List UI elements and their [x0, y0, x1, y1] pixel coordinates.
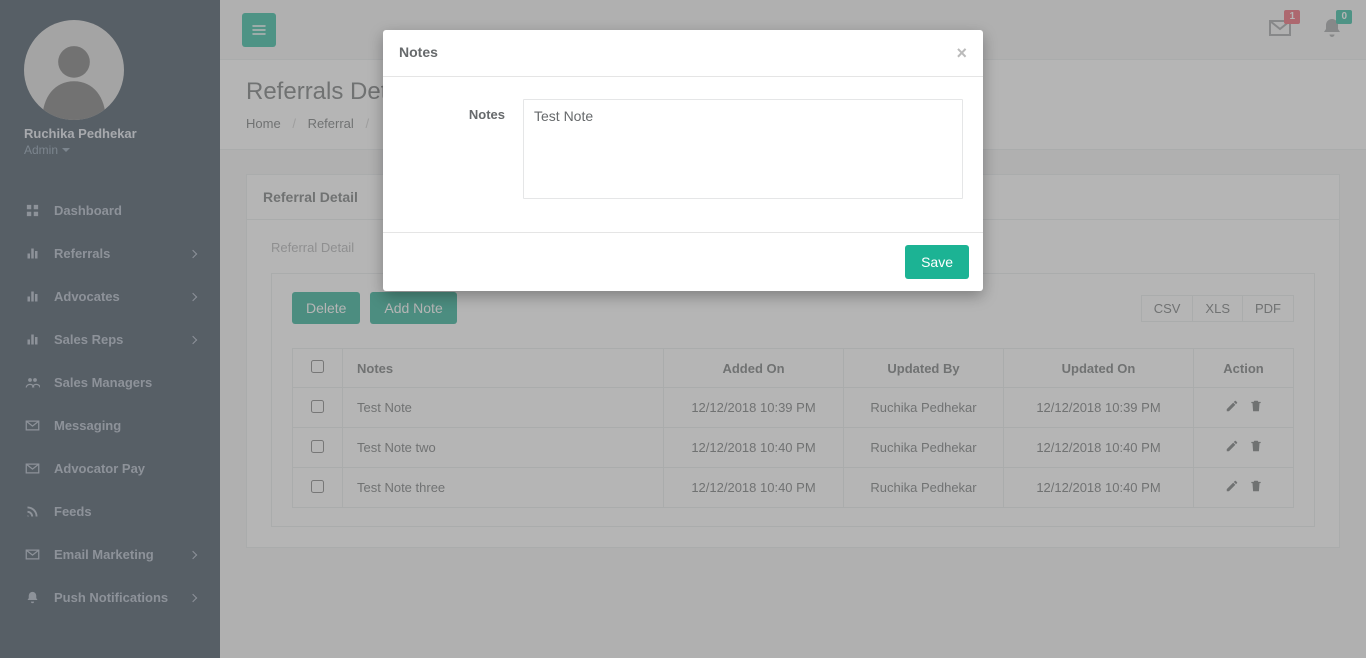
notes-label: Notes — [403, 99, 523, 122]
modal-footer: Save — [383, 232, 983, 291]
modal-body: Notes — [383, 77, 983, 232]
notes-modal: Notes × Notes Save — [383, 30, 983, 291]
notes-textarea[interactable] — [523, 99, 963, 199]
modal-close-button[interactable]: × — [956, 44, 967, 62]
modal-header: Notes × — [383, 30, 983, 77]
modal-title: Notes — [399, 44, 438, 62]
save-button[interactable]: Save — [905, 245, 969, 279]
